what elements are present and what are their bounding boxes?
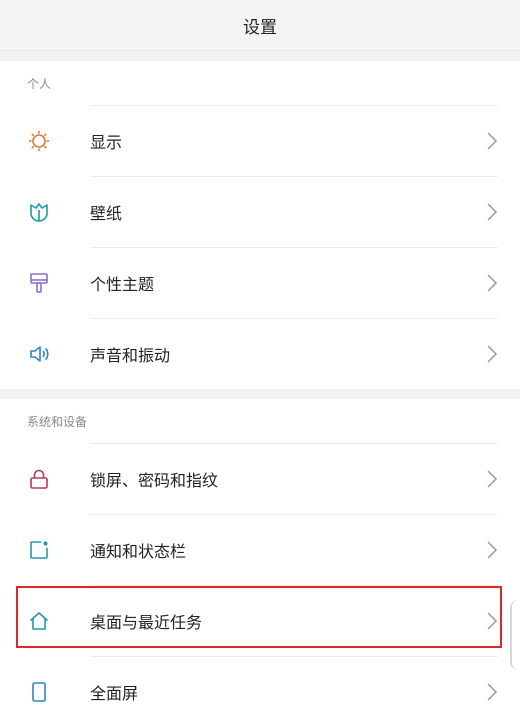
speaker-icon	[28, 343, 50, 365]
chevron-right-icon	[486, 202, 498, 222]
section-gap	[0, 389, 520, 399]
divider	[90, 318, 498, 319]
settings-item-home-recents[interactable]: 桌面与最近任务	[0, 585, 520, 656]
section-header-system: 系统和设备	[27, 414, 88, 429]
settings-item-label: 通知和状态栏	[90, 541, 187, 561]
chevron-right-icon	[486, 131, 498, 151]
settings-item-display[interactable]: 显示	[0, 105, 520, 176]
settings-item-label: 声音和振动	[90, 345, 171, 365]
settings-item-label: 个性主题	[90, 274, 155, 294]
edge-swipe-handle	[510, 600, 520, 670]
chevron-right-icon	[486, 469, 498, 489]
lock-icon	[28, 468, 50, 490]
section-header-personal: 个人	[27, 76, 52, 91]
settings-item-sound[interactable]: 声音和振动	[0, 318, 520, 389]
divider	[90, 176, 498, 177]
settings-item-fullscreen[interactable]: 全面屏	[0, 656, 520, 721]
theme-brush-icon	[28, 272, 50, 294]
section-gap	[0, 51, 520, 61]
settings-item-notifications[interactable]: 通知和状态栏	[0, 514, 520, 585]
settings-item-wallpaper[interactable]: 壁纸	[0, 176, 520, 247]
settings-item-label: 显示	[90, 132, 123, 152]
title-bar: 设置	[0, 0, 520, 51]
notification-icon	[28, 539, 50, 561]
divider	[90, 443, 498, 444]
settings-item-label: 桌面与最近任务	[90, 612, 203, 632]
home-icon	[28, 610, 50, 632]
settings-item-theme[interactable]: 个性主题	[0, 247, 520, 318]
divider	[90, 514, 498, 515]
chevron-right-icon	[486, 344, 498, 364]
divider	[90, 105, 498, 106]
chevron-right-icon	[486, 273, 498, 293]
chevron-right-icon	[486, 611, 498, 631]
section-personal: 个人 显示 壁纸 个性主题 声音和振动	[0, 61, 520, 389]
display-sun-icon	[28, 130, 50, 152]
settings-item-label: 壁纸	[90, 203, 123, 223]
divider	[90, 585, 498, 586]
wallpaper-flower-icon	[28, 201, 50, 223]
phone-fullscreen-icon	[28, 681, 50, 703]
section-system: 系统和设备 锁屏、密码和指纹 通知和状态栏 桌面与最近任务 全面屏	[0, 399, 520, 721]
divider	[90, 247, 498, 248]
settings-item-label: 全面屏	[90, 683, 139, 703]
settings-screen: 设置 个人 显示 壁纸 个性主题 声音和振动 系统和设备 锁屏、密码和指纹 通知…	[0, 0, 520, 721]
chevron-right-icon	[486, 682, 498, 702]
chevron-right-icon	[486, 540, 498, 560]
settings-item-lockscreen[interactable]: 锁屏、密码和指纹	[0, 443, 520, 514]
page-title: 设置	[243, 17, 277, 38]
settings-item-label: 锁屏、密码和指纹	[90, 470, 219, 490]
divider	[90, 656, 498, 657]
